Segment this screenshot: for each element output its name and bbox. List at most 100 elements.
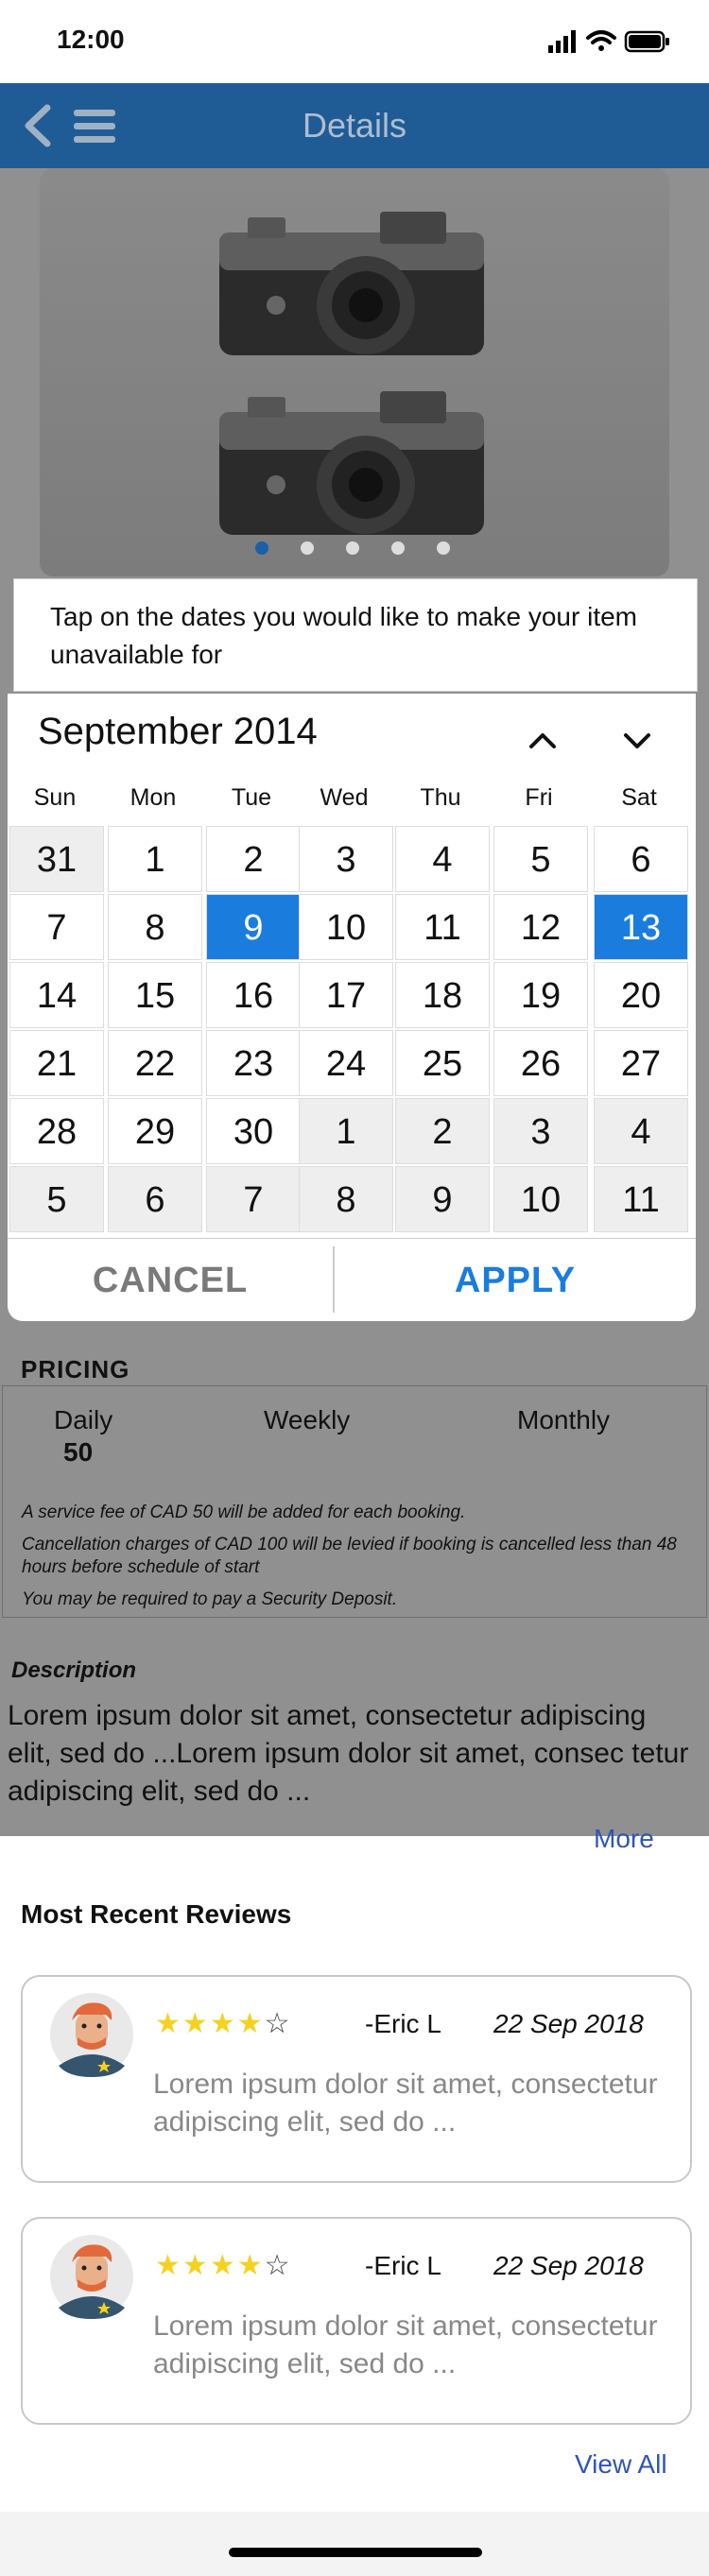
calendar-day[interactable]: 21 — [9, 1030, 104, 1096]
carousel-dot[interactable] — [391, 541, 405, 555]
calendar-day[interactable]: 4 — [594, 1098, 688, 1164]
star-rating: ★★★★☆ — [155, 2249, 292, 2282]
camera-bottom — [219, 391, 484, 535]
calendar-day[interactable]: 1 — [299, 1098, 393, 1164]
star-filled-icon: ★ — [155, 2250, 182, 2281]
price-label-weekly: Weekly — [264, 1405, 351, 1434]
calendar-instruction-card: Tap on the dates you would like to make … — [13, 578, 698, 692]
app-header: Details — [0, 83, 709, 168]
home-indicator[interactable] — [229, 2548, 482, 2557]
star-filled-icon: ★ — [209, 2008, 237, 2039]
calendar-day[interactable]: 5 — [9, 1166, 104, 1232]
price-value-daily: 50 — [63, 1437, 94, 1467]
calendar-day[interactable]: 24 — [299, 1030, 393, 1096]
calendar-day[interactable]: 7 — [206, 1166, 301, 1232]
star-filled-icon: ★ — [182, 2250, 210, 2281]
calendar-day[interactable]: 11 — [395, 894, 490, 960]
calendar-day[interactable]: 5 — [493, 826, 588, 892]
weekday-label: Sat — [621, 784, 657, 811]
review-date: 22 Sep 2018 — [493, 2009, 644, 2038]
review-text: Lorem ipsum dolor sit amet, consectetur … — [153, 2310, 658, 2379]
calendar-instruction: Tap on the dates you would like to make … — [50, 602, 638, 669]
pricing-title: PRICING — [21, 1355, 130, 1383]
calendar-day[interactable]: 9 — [395, 1166, 490, 1232]
carousel-dot[interactable] — [346, 541, 359, 555]
star-empty-icon: ☆ — [264, 2250, 292, 2281]
more-link[interactable]: More — [594, 1824, 654, 1854]
service-fee-note: A service fee of CAD 50 will be added fo… — [22, 1503, 466, 1522]
status-bar: 12:00 — [0, 0, 709, 83]
status-icons — [548, 30, 669, 53]
calendar-day[interactable]: 9 — [206, 894, 301, 960]
chevron-up-icon[interactable] — [524, 722, 562, 760]
carousel-pagination — [0, 541, 709, 560]
calendar-day[interactable]: 31 — [9, 826, 104, 892]
weekday-label: Wed — [320, 784, 369, 811]
calendar-day[interactable]: 8 — [108, 894, 202, 960]
calendar-day[interactable]: 22 — [108, 1030, 202, 1096]
calendar-day[interactable]: 8 — [299, 1166, 393, 1232]
chevron-down-icon[interactable] — [618, 722, 656, 760]
calendar-day[interactable]: 27 — [594, 1030, 688, 1096]
reviewer-avatar — [50, 2235, 133, 2319]
calendar-day[interactable]: 1 — [108, 826, 202, 892]
cancel-button[interactable]: CANCEL — [8, 1239, 333, 1322]
star-filled-icon: ★ — [236, 2250, 265, 2281]
calendar-day[interactable]: 28 — [9, 1098, 104, 1164]
wifi-icon — [586, 30, 616, 51]
item-photo-carousel[interactable] — [40, 168, 669, 576]
star-rating: ★★★★☆ — [155, 2007, 292, 2040]
calendar-day[interactable]: 13 — [594, 894, 688, 960]
cancellation-note: Cancellation charges of CAD 100 will be … — [22, 1535, 677, 1577]
camera-image — [219, 212, 484, 535]
calendar-day[interactable]: 7 — [9, 894, 104, 960]
calendar-day[interactable]: 16 — [206, 962, 301, 1028]
calendar-day[interactable]: 2 — [395, 1098, 490, 1164]
calendar-day[interactable]: 14 — [9, 962, 104, 1028]
weekday-label: Mon — [130, 784, 177, 811]
calendar-day[interactable]: 3 — [493, 1098, 588, 1164]
calendar-day[interactable]: 26 — [493, 1030, 588, 1096]
review-card[interactable]: ★★★★☆ -Eric L 22 Sep 2018 Lorem ipsum dolor… — [21, 2217, 692, 2425]
calendar-day[interactable]: 4 — [395, 826, 490, 892]
page-title: Details — [302, 106, 407, 145]
calendar-day[interactable]: 29 — [108, 1098, 202, 1164]
carousel-dot[interactable] — [437, 541, 450, 555]
calendar-day[interactable]: 23 — [206, 1030, 301, 1096]
calendar-day[interactable]: 12 — [493, 894, 588, 960]
calendar-day[interactable]: 11 — [594, 1166, 688, 1232]
calendar-day[interactable]: 10 — [493, 1166, 588, 1232]
month-label: September 2014 — [38, 711, 318, 752]
calendar-day[interactable]: 15 — [108, 962, 202, 1028]
star-filled-icon: ★ — [182, 2008, 210, 2039]
battery-icon — [624, 30, 669, 53]
security-deposit-note: You may be required to pay a Security De… — [22, 1589, 398, 1609]
calendar-day[interactable]: 6 — [108, 1166, 202, 1232]
calendar-day[interactable]: 10 — [299, 894, 393, 960]
calendar-day[interactable]: 19 — [493, 962, 588, 1028]
pricing-box: Daily 50 Weekly Monthly A service fee of… — [2, 1385, 707, 1618]
star-filled-icon: ★ — [155, 2008, 182, 2039]
review-card[interactable]: ★★★★☆ -Eric L 22 Sep 2018 Lorem ipsum dolor… — [21, 1975, 692, 2183]
calendar-day[interactable]: 17 — [299, 962, 393, 1028]
calendar-day[interactable]: 3 — [299, 826, 393, 892]
weekday-label: Thu — [420, 784, 461, 811]
review-text: Lorem ipsum dolor sit amet, consectetur … — [153, 2069, 658, 2138]
calendar-day[interactable]: 25 — [395, 1030, 490, 1096]
apply-button[interactable]: APPLY — [335, 1239, 696, 1322]
calendar-day[interactable]: 20 — [594, 962, 688, 1028]
view-all-link[interactable]: View All — [575, 2449, 667, 2480]
calendar-day[interactable]: 18 — [395, 962, 490, 1028]
calendar-day[interactable]: 2 — [206, 826, 301, 892]
signal-icon — [548, 30, 576, 53]
carousel-dot[interactable] — [255, 541, 268, 555]
description-text: Lorem ipsum dolor sit amet, consectetur … — [8, 1700, 689, 1807]
calendar-day[interactable]: 6 — [594, 826, 688, 892]
calendar-day[interactable]: 30 — [206, 1098, 301, 1164]
date-picker: September 2014 Sun Mon Tue Wed Thu Fri Sat 31 1… — [8, 694, 696, 1321]
weekday-label: Fri — [525, 784, 553, 811]
star-filled-icon: ★ — [209, 2250, 237, 2281]
weekday-label: Tue — [231, 784, 272, 811]
carousel-dot[interactable] — [301, 541, 314, 555]
review-date: 22 Sep 2018 — [493, 2251, 644, 2280]
